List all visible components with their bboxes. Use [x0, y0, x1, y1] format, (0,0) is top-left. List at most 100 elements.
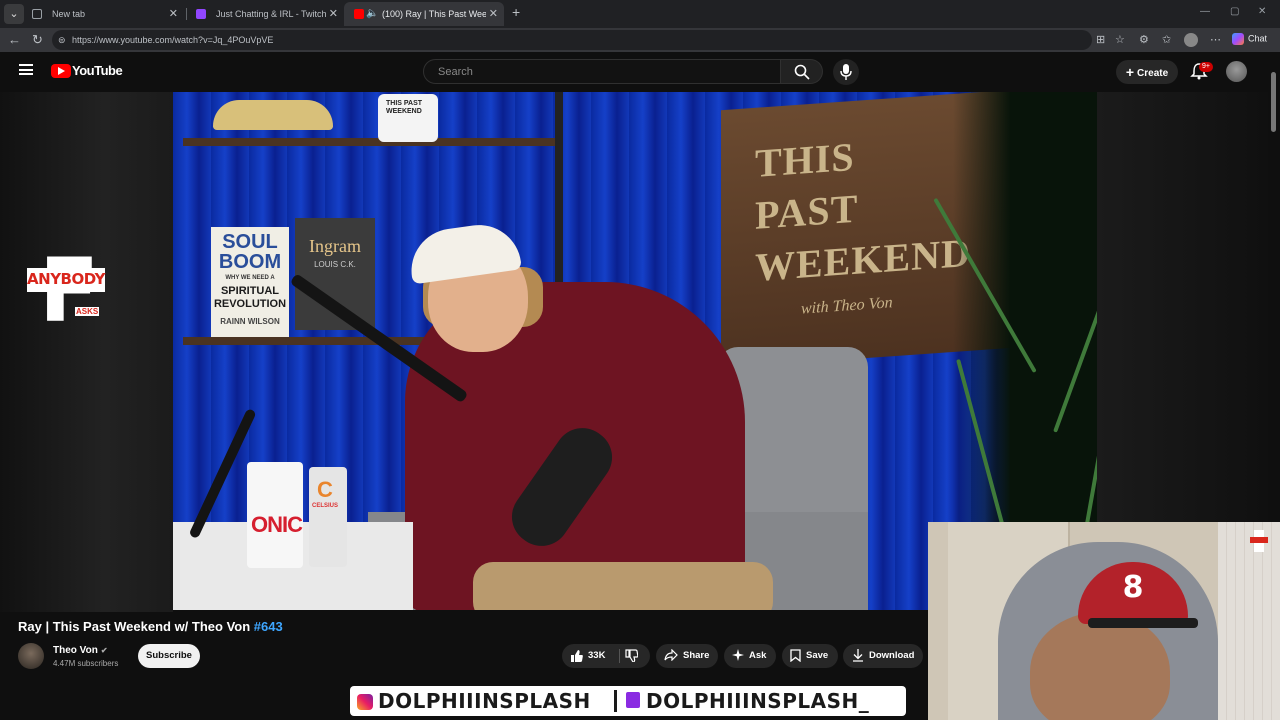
site-info-icon[interactable]: ⊜: [58, 30, 66, 50]
browser-tab-bar: ⌄ New tab ✕ Just Chatting & IRL - Twitch…: [0, 0, 1280, 28]
instagram-icon: [357, 694, 373, 710]
tab-new-tab[interactable]: New tab ✕: [22, 2, 184, 26]
streamer-hat-brim: [1088, 618, 1198, 628]
like-button[interactable]: 33K: [570, 644, 605, 668]
share-icon: [664, 649, 678, 662]
can-letter: C: [317, 477, 333, 502]
sign-line: THIS: [755, 133, 855, 186]
search-icon: [794, 64, 810, 80]
anybody-logo-word: ANYBODY: [27, 270, 105, 288]
close-tab-icon[interactable]: ✕: [489, 2, 498, 26]
soul-boom-book: SOUL BOOM WHY WE NEED A SPIRITUAL REVOLU…: [211, 227, 289, 337]
channel-name[interactable]: Theo Von ✔: [53, 645, 108, 656]
bookmark-icon: [790, 649, 801, 662]
tab-label: Just Chatting & IRL - Twitch: [216, 9, 327, 19]
favorite-star-icon[interactable]: ☆: [1115, 33, 1125, 46]
sparkle-icon: [732, 649, 744, 662]
podcast-mug: THIS PAST WEEKEND: [378, 94, 438, 142]
extensions-icon[interactable]: ⚙: [1139, 33, 1149, 46]
video-title-text: Ray | This Past Weekend w/ Theo Von: [18, 619, 254, 634]
share-button[interactable]: Share: [656, 644, 718, 668]
like-divider: [619, 649, 620, 663]
search-button[interactable]: [781, 59, 823, 84]
close-tab-icon[interactable]: ✕: [169, 2, 178, 26]
like-dislike-group: 33K: [562, 644, 650, 668]
create-label: Create: [1137, 68, 1169, 79]
address-bar[interactable]: ⊜ https://www.youtube.com/watch?v=Jq_4PO…: [52, 30, 1092, 50]
streamer-webcam: 8: [928, 522, 1280, 720]
share-label: Share: [683, 650, 710, 661]
search-box: [423, 59, 781, 84]
chat-label: Chat: [1248, 33, 1268, 44]
book-line: WHY WE NEED A: [225, 275, 275, 281]
search-input[interactable]: [436, 65, 760, 79]
subscribe-button[interactable]: Subscribe: [138, 644, 200, 668]
maximize-icon[interactable]: ▢: [1230, 6, 1239, 17]
handle-separator: [614, 690, 617, 712]
channel-avatar[interactable]: [18, 643, 44, 669]
webcam-blinds: [1218, 522, 1280, 720]
close-window-icon[interactable]: ✕: [1258, 6, 1266, 17]
ingram-title: Ingram: [309, 236, 361, 256]
tab-twitch[interactable]: Just Chatting & IRL - Twitch ✕: [186, 2, 344, 26]
download-button[interactable]: Download: [843, 644, 923, 668]
twitch-icon: [626, 692, 640, 708]
stream-right-panel: [1097, 92, 1268, 522]
account-avatar[interactable]: [1226, 61, 1247, 82]
copilot-chat-button[interactable]: Chat: [1232, 33, 1267, 45]
stream-left-panel: [0, 92, 173, 612]
sonic-cup: ONIC: [247, 462, 303, 568]
twitch-icon: [196, 9, 206, 19]
anybody-asks-mini-logo-icon: [1250, 530, 1268, 552]
copilot-icon: [1232, 33, 1244, 45]
youtube-favicon-icon: [354, 9, 364, 19]
hat-logo: 8: [1122, 570, 1144, 605]
dislike-button[interactable]: [625, 644, 643, 668]
anybody-asks-logo: F ANYBODY ASKS: [27, 243, 105, 338]
thumbs-up-icon: [571, 649, 583, 662]
episode-hashtag[interactable]: #643: [254, 619, 283, 634]
new-tab-button[interactable]: +: [512, 4, 520, 20]
straw-hat: [213, 100, 333, 130]
save-label: Save: [806, 650, 829, 661]
favorites-icon[interactable]: ✩: [1162, 33, 1171, 46]
url-text: https://www.youtube.com/watch?v=Jq_4POuV…: [72, 35, 274, 45]
youtube-logo-icon[interactable]: [51, 64, 71, 78]
streamer-hat: 8: [1078, 562, 1188, 624]
back-arrow-icon[interactable]: ←: [8, 32, 21, 47]
channel-name-text: Theo Von: [53, 645, 98, 656]
scrollbar-thumb[interactable]: [1271, 72, 1276, 132]
tab-actions-menu-button[interactable]: ⌄: [4, 4, 24, 24]
thumbs-down-icon: [625, 649, 638, 662]
anybody-logo-sub: ASKS: [75, 307, 100, 316]
minimize-icon[interactable]: —: [1200, 6, 1210, 17]
youtube-header: YouTube +Create 9+: [0, 52, 1280, 92]
video-title: Ray | This Past Weekend w/ Theo Von #643: [18, 619, 283, 634]
ingram-author: LOUIS C.K.: [314, 260, 356, 269]
celsius-can: C CELSIUS: [309, 467, 347, 567]
microphone-icon: [840, 64, 852, 80]
app-available-icon[interactable]: ⊞: [1096, 33, 1105, 46]
more-menu-icon[interactable]: ⋯: [1210, 33, 1221, 46]
sign-line: WEEKEND: [755, 229, 971, 290]
create-button[interactable]: + Create: [1116, 60, 1178, 84]
youtube-logo-text[interactable]: YouTube: [72, 63, 123, 78]
profile-avatar-icon[interactable]: [1184, 33, 1198, 47]
subscriber-count: 4.47M subscribers: [53, 659, 119, 668]
book-line: BOOM: [218, 251, 282, 273]
save-button[interactable]: Save: [782, 644, 838, 668]
download-icon: [853, 648, 863, 662]
verified-check-icon: ✔: [100, 646, 108, 655]
streamer-face: [1030, 612, 1170, 720]
tab-label: New tab: [52, 9, 86, 19]
tab-youtube[interactable]: 🔈 (100) Ray | This Past Weekend ✕: [344, 2, 504, 26]
ask-button[interactable]: Ask: [724, 644, 776, 668]
hamburger-menu-icon[interactable]: [19, 64, 33, 75]
voice-search-button[interactable]: [833, 59, 859, 85]
can-text: CELSIUS: [312, 503, 339, 509]
reload-icon[interactable]: ↻: [32, 32, 43, 48]
close-tab-icon[interactable]: ✕: [329, 2, 338, 26]
browser-toolbar: ← ↻ ⊜ https://www.youtube.com/watch?v=Jq…: [0, 28, 1280, 52]
like-count: 33K: [588, 650, 606, 661]
speaker-icon[interactable]: 🔈: [366, 2, 378, 26]
